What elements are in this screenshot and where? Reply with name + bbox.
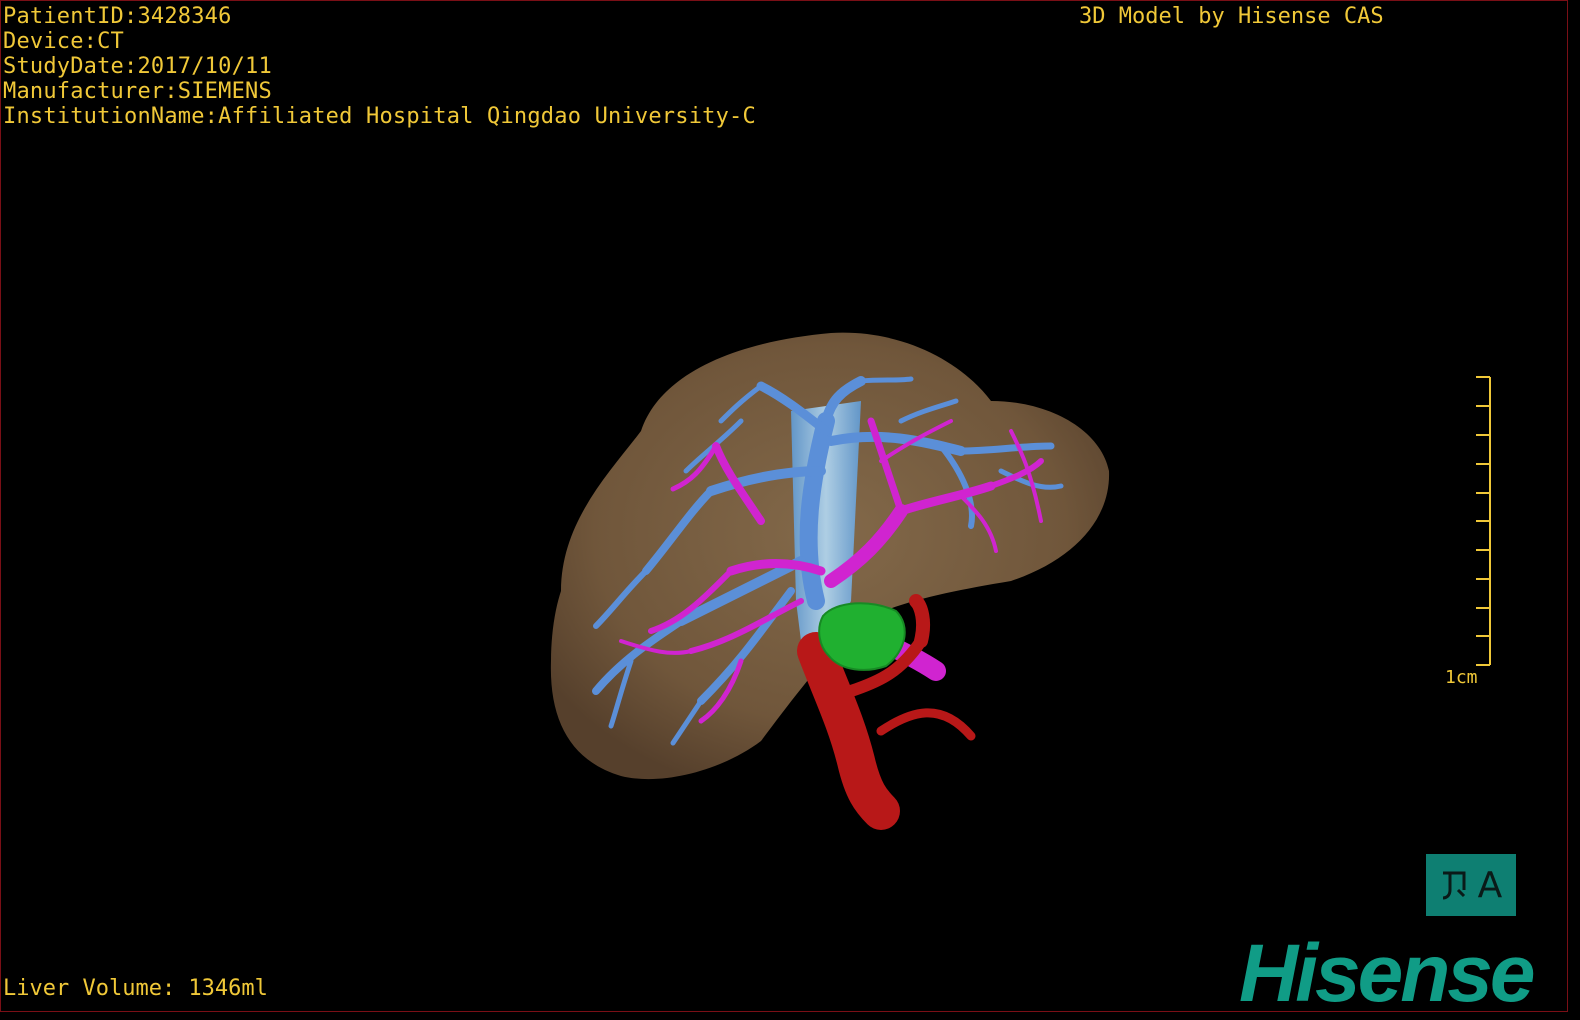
device-label: Device:CT bbox=[3, 29, 125, 54]
tumor-lesion bbox=[818, 602, 906, 671]
3d-viewport[interactable]: PatientID:3428346 Device:CT StudyDate:20… bbox=[0, 0, 1568, 1012]
scale-ruler bbox=[1476, 376, 1491, 666]
hisense-logo: Hisense bbox=[1239, 928, 1536, 1012]
view-orientation-letter: A bbox=[1477, 864, 1503, 906]
view-orientation-icon bbox=[1442, 871, 1466, 900]
model-credit-label: 3D Model by Hisense CAS bbox=[1079, 4, 1384, 29]
liver-3d-model[interactable] bbox=[1, 1, 1567, 1011]
institution-label: InstitutionName:Affiliated Hospital Qing… bbox=[3, 104, 756, 129]
study-date-label: StudyDate:2017/10/11 bbox=[3, 54, 272, 79]
patient-id-label: PatientID:3428346 bbox=[3, 4, 232, 29]
view-orientation-button[interactable]: A bbox=[1426, 854, 1516, 916]
scale-label: 1cm bbox=[1445, 667, 1478, 688]
manufacturer-label: Manufacturer:SIEMENS bbox=[3, 79, 272, 104]
liver-volume-label: Liver Volume: 1346ml bbox=[3, 976, 268, 1001]
